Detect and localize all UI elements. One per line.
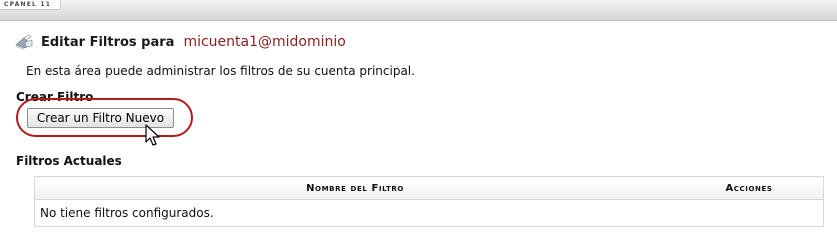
create-filter-heading: Crear Filtro <box>16 90 94 104</box>
column-header-actions: Acciones <box>675 176 824 200</box>
intro-text: En esta área puede administrar los filtr… <box>26 64 415 78</box>
column-header-filter-name: Nombre del Filtro <box>34 176 675 200</box>
mail-filter-icon <box>15 34 33 50</box>
table-header-row: Nombre del Filtro Acciones <box>34 176 824 200</box>
account-name: micuenta1@midominio <box>183 34 346 50</box>
brand-label: CPANEL 11 <box>0 0 62 10</box>
page-title-label: Editar Filtros para <box>41 34 175 50</box>
current-filters-heading: Filtros Actuales <box>16 154 122 168</box>
top-bar: CPANEL 11 <box>0 0 837 21</box>
table-row: No tiene filtros configurados. <box>35 200 824 227</box>
page-title: Editar Filtros para micuenta1@midominio <box>14 33 346 51</box>
mouse-cursor-icon <box>145 124 160 146</box>
filters-table: Nombre del Filtro Acciones No tiene filt… <box>34 176 824 227</box>
empty-message: No tiene filtros configurados. <box>40 206 214 220</box>
